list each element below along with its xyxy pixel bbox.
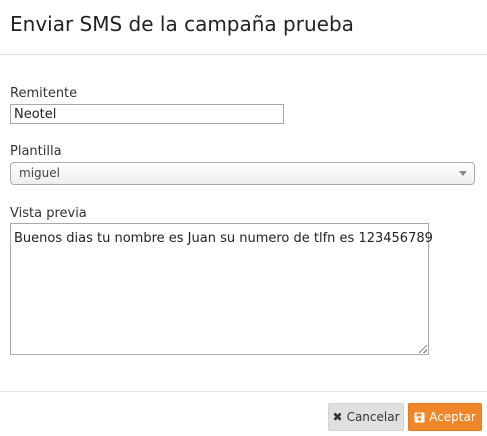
close-icon: ✖	[332, 410, 343, 424]
template-label: Plantilla	[10, 144, 62, 159]
accept-button[interactable]: Aceptar	[408, 403, 482, 431]
send-sms-dialog: Enviar SMS de la campaña prueba Remitent…	[0, 0, 487, 436]
dialog-header: Enviar SMS de la campaña prueba	[0, 0, 487, 55]
preview-text: Buenos dias tu nombre es Juan su numero …	[14, 231, 433, 246]
dialog-title: Enviar SMS de la campaña prueba	[10, 12, 354, 36]
cancel-button[interactable]: ✖ Cancelar	[328, 403, 404, 431]
dialog-footer: ✖ Cancelar Aceptar	[0, 391, 487, 436]
template-selected-value: miguel	[19, 166, 60, 180]
preview-label: Vista previa	[10, 206, 87, 221]
cancel-button-label: Cancelar	[346, 410, 400, 424]
accept-button-label: Aceptar	[429, 410, 476, 424]
resize-handle-icon[interactable]	[419, 345, 427, 353]
preview-textarea[interactable]: Buenos dias tu nombre es Juan su numero …	[10, 223, 433, 355]
template-select[interactable]: miguel	[10, 162, 475, 185]
sender-input[interactable]	[10, 104, 284, 124]
sender-label: Remitente	[10, 86, 78, 101]
dropdown-arrow-icon	[459, 171, 467, 176]
save-icon	[414, 412, 425, 423]
